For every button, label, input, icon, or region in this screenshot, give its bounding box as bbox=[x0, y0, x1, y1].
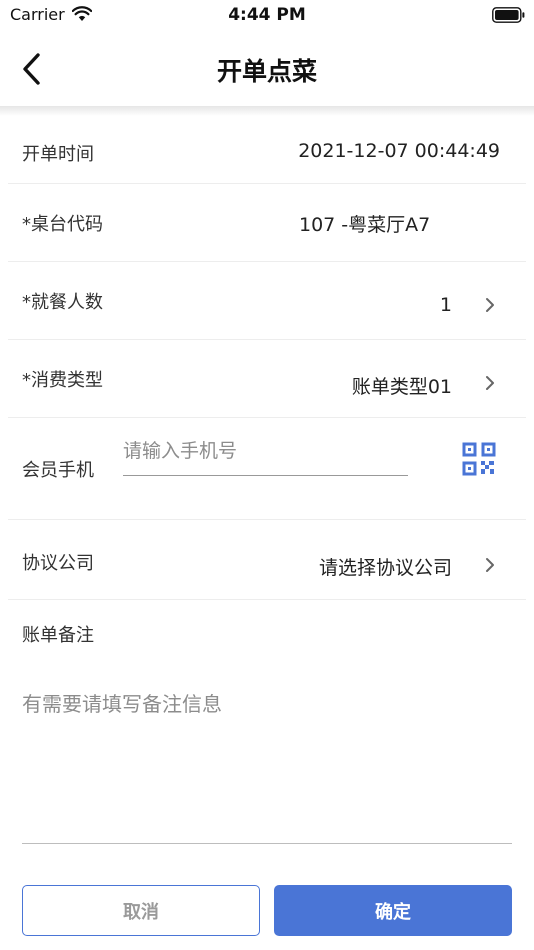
battery-icon bbox=[492, 7, 525, 23]
chevron-right-icon bbox=[486, 558, 494, 572]
chevron-right-icon bbox=[486, 376, 494, 390]
company-label: 协议公司 bbox=[22, 553, 94, 574]
open-time-label: 开单时间 bbox=[22, 144, 94, 165]
remark-label: 账单备注 bbox=[22, 625, 94, 646]
consume-type-row[interactable]: *消费类型 账单类型01 bbox=[8, 340, 526, 418]
member-phone-row: 会员手机 bbox=[8, 418, 526, 520]
chevron-right-icon bbox=[486, 298, 494, 312]
member-phone-input[interactable] bbox=[123, 432, 408, 476]
company-value: 请选择协议公司 bbox=[318, 557, 452, 579]
guests-row[interactable]: *就餐人数 1 bbox=[8, 262, 526, 340]
open-time-row: 开单时间 2021-12-07 00:44:49 bbox=[8, 118, 526, 184]
member-phone-label: 会员手机 bbox=[22, 460, 94, 481]
company-row[interactable]: 协议公司 请选择协议公司 bbox=[8, 520, 526, 600]
open-time-value: 2021-12-07 00:44:49 bbox=[298, 140, 500, 162]
cancel-button[interactable]: 取消 bbox=[22, 885, 260, 936]
table-code-label: *桌台代码 bbox=[22, 214, 103, 235]
nav-bar: 开单点菜 bbox=[0, 30, 534, 108]
remark-textarea[interactable] bbox=[22, 688, 512, 844]
screen: Carrier 4:44 PM 开单点菜 开单时间 2021-12-07 00:… bbox=[0, 0, 534, 950]
status-bar: Carrier 4:44 PM bbox=[0, 0, 534, 30]
nav-shadow bbox=[0, 106, 534, 116]
confirm-button[interactable]: 确定 bbox=[274, 885, 512, 936]
table-code-row: *桌台代码 107 -粤菜厅A7 bbox=[8, 184, 526, 262]
qr-code-icon[interactable] bbox=[462, 442, 496, 476]
guests-value: 1 bbox=[439, 294, 452, 316]
guests-label: *就餐人数 bbox=[22, 292, 103, 313]
status-time: 4:44 PM bbox=[228, 5, 306, 25]
page-title: 开单点菜 bbox=[216, 57, 317, 86]
consume-type-value: 账单类型01 bbox=[351, 376, 452, 398]
table-code-value: 107 -粤菜厅A7 bbox=[299, 214, 431, 236]
consume-type-label: *消费类型 bbox=[22, 370, 103, 391]
